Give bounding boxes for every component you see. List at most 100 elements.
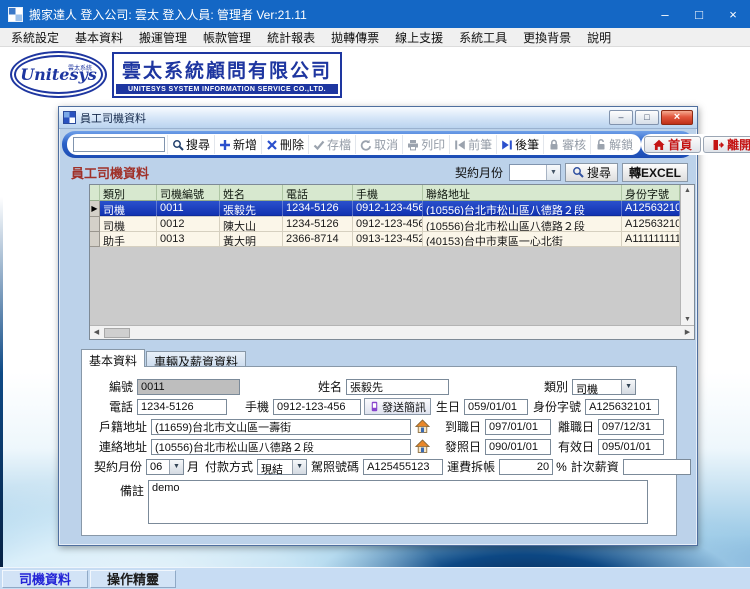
payment-method-select[interactable]: 現結 ▼ [257, 459, 307, 475]
maximize-button[interactable]: □ [682, 0, 716, 28]
menu-item-4[interactable]: 統計報表 [259, 28, 323, 47]
hire-date-field[interactable] [485, 419, 551, 435]
toolbar-delete-button[interactable]: 刪除 [261, 135, 308, 154]
column-header-4[interactable]: 手機 [353, 185, 423, 201]
no-field[interactable] [137, 379, 240, 395]
table-cell: 1234-5126 [283, 201, 353, 216]
menu-item-8[interactable]: 更換背景 [515, 28, 579, 47]
license-issue-date-field[interactable] [485, 439, 551, 455]
scroll-left-icon[interactable]: ◀ [90, 329, 103, 336]
export-excel-button[interactable]: 轉EXCEL [622, 163, 688, 182]
toolbar-search-button[interactable]: 搜尋 [167, 135, 214, 154]
menu-item-7[interactable]: 系統工具 [451, 28, 515, 47]
payment-method-label: 付款方式 [205, 458, 253, 475]
menu-item-1[interactable]: 基本資料 [67, 28, 131, 47]
category-select[interactable]: 司機 ▼ [572, 379, 636, 395]
birthday-field[interactable] [464, 399, 528, 415]
status-operation-wizard[interactable]: 操作精靈 [90, 570, 176, 588]
menu-item-3[interactable]: 帳款管理 [195, 28, 259, 47]
menu-item-6[interactable]: 線上支援 [387, 28, 451, 47]
menu-item-0[interactable]: 系統設定 [3, 28, 67, 47]
column-header-0[interactable]: 類別 [100, 185, 157, 201]
contact-address-picker-button[interactable] [414, 439, 431, 455]
column-header-2[interactable]: 姓名 [220, 185, 283, 201]
toolbar-save-button: 存檔 [308, 135, 355, 154]
send-sms-button[interactable]: 發送簡訊 [364, 398, 431, 415]
remark-field[interactable]: demo [148, 480, 648, 524]
table-row[interactable]: ▶司機0011張毅先1234-51260912-123-456(10556)台北… [90, 201, 680, 217]
scroll-up-icon[interactable]: ▲ [681, 187, 694, 194]
column-header-1[interactable]: 司機編號 [157, 185, 220, 201]
percent-unit-label: % [556, 460, 567, 474]
driver-data-window: 員工司機資料 – □ × 搜尋新增刪除存檔取消列印前筆後筆審核解鎖 首頁離開 員… [58, 106, 698, 546]
name-label: 姓名 [318, 378, 342, 395]
chevron-down-icon: ▼ [546, 165, 560, 180]
toolbar-add-button[interactable]: 新增 [214, 135, 261, 154]
form-row-1: 編號 姓名 類別 司機 ▼ [82, 378, 676, 395]
toolbar-search-input[interactable] [73, 137, 165, 152]
per-trip-salary-field[interactable] [623, 459, 691, 475]
toolbar-print-button: 列印 [402, 135, 449, 154]
id-no-field[interactable] [585, 399, 659, 415]
close-button[interactable]: × [716, 0, 750, 28]
mobile-label: 手機 [245, 398, 269, 415]
toolbar-home-button[interactable]: 首頁 [644, 136, 701, 153]
status-driver-data[interactable]: 司機資料 [2, 570, 88, 588]
status-bar: 司機資料 操作精靈 [0, 567, 750, 589]
leave-date-label: 離職日 [558, 418, 594, 435]
column-header-5[interactable]: 聯絡地址 [423, 185, 622, 201]
table-cell: 陳大山 [220, 217, 283, 232]
child-minimize-button[interactable]: – [609, 110, 633, 125]
exit-icon [712, 139, 724, 151]
minimize-button[interactable]: – [648, 0, 682, 28]
table-row[interactable]: 助手0013黃大明2366-87140913-123-452(40153)台中市… [90, 232, 680, 247]
table-cell: A125632101 [622, 217, 680, 232]
tab-vehicle-salary[interactable]: 車輛及薪資資料 [146, 351, 246, 367]
basic-data-panel: 編號 姓名 類別 司機 ▼ 電話 手機 [81, 366, 677, 536]
scroll-right-icon[interactable]: ▶ [681, 329, 694, 336]
table-cell: (40153)台中市東區一心北街 [423, 232, 622, 247]
filter-search-button[interactable]: 搜尋 [565, 163, 618, 182]
search-icon [572, 166, 584, 178]
column-header-3[interactable]: 電話 [283, 185, 353, 201]
table-cell: 0913-123-452 [353, 232, 423, 247]
table-cell: 2366-8714 [283, 232, 353, 247]
menu-item-2[interactable]: 搬運管理 [131, 28, 195, 47]
toolbar-exit-button[interactable]: 離開 [703, 136, 750, 153]
scrollbar-thumb[interactable] [104, 328, 130, 338]
leave-date-field[interactable] [598, 419, 664, 435]
column-header-6[interactable]: 身份字號 [622, 185, 680, 201]
name-field[interactable] [346, 379, 449, 395]
menu-bar: 系統設定基本資料搬運管理帳款管理統計報表拋轉傳票線上支援系統工具更換背景說明 [0, 28, 750, 47]
vertical-scrollbar[interactable]: ▲ ▼ [680, 185, 694, 325]
contact-address-field[interactable] [151, 439, 411, 455]
table-cell: 0012 [157, 217, 220, 232]
form-row-3: 戶籍地址 到職日 離職日 [82, 418, 676, 435]
toolbar-next-button[interactable]: 後筆 [496, 135, 543, 154]
license-valid-date-label: 有效日 [558, 438, 594, 455]
license-valid-date-field[interactable] [598, 439, 664, 455]
menu-item-9[interactable]: 說明 [579, 28, 619, 47]
table-row[interactable]: 司機0012陳大山1234-51260912-123-456(10556)台北市… [90, 217, 680, 232]
table-cell: (10556)台北市松山區八德路２段 [423, 201, 622, 216]
scroll-down-icon[interactable]: ▼ [681, 316, 694, 323]
child-maximize-button[interactable]: □ [635, 110, 659, 125]
cross-icon [266, 139, 278, 151]
chevron-down-icon: ▼ [169, 460, 183, 474]
menu-item-5[interactable]: 拋轉傳票 [323, 28, 387, 47]
tab-basic-data[interactable]: 基本資料 [81, 349, 145, 367]
table-cell: 司機 [100, 201, 157, 216]
license-no-field[interactable] [363, 459, 443, 475]
contract-month-select[interactable]: ▼ [509, 164, 561, 181]
logo-script-small: 雲太系統 [68, 63, 92, 72]
horizontal-scrollbar[interactable]: ◀ ▶ [90, 325, 694, 339]
form-row-4: 連絡地址 發照日 有效日 [82, 438, 676, 455]
phone-field[interactable] [137, 399, 227, 415]
contract-month-form-select[interactable]: 06 ▼ [146, 459, 184, 475]
child-close-button[interactable]: × [661, 110, 693, 125]
freight-split-field[interactable] [499, 459, 553, 475]
toolbar-left-pill: 搜尋新增刪除存檔取消列印前筆後筆審核解鎖 [67, 134, 641, 155]
registered-address-field[interactable] [151, 419, 411, 435]
registered-address-picker-button[interactable] [414, 419, 431, 435]
mobile-field[interactable] [273, 399, 361, 415]
